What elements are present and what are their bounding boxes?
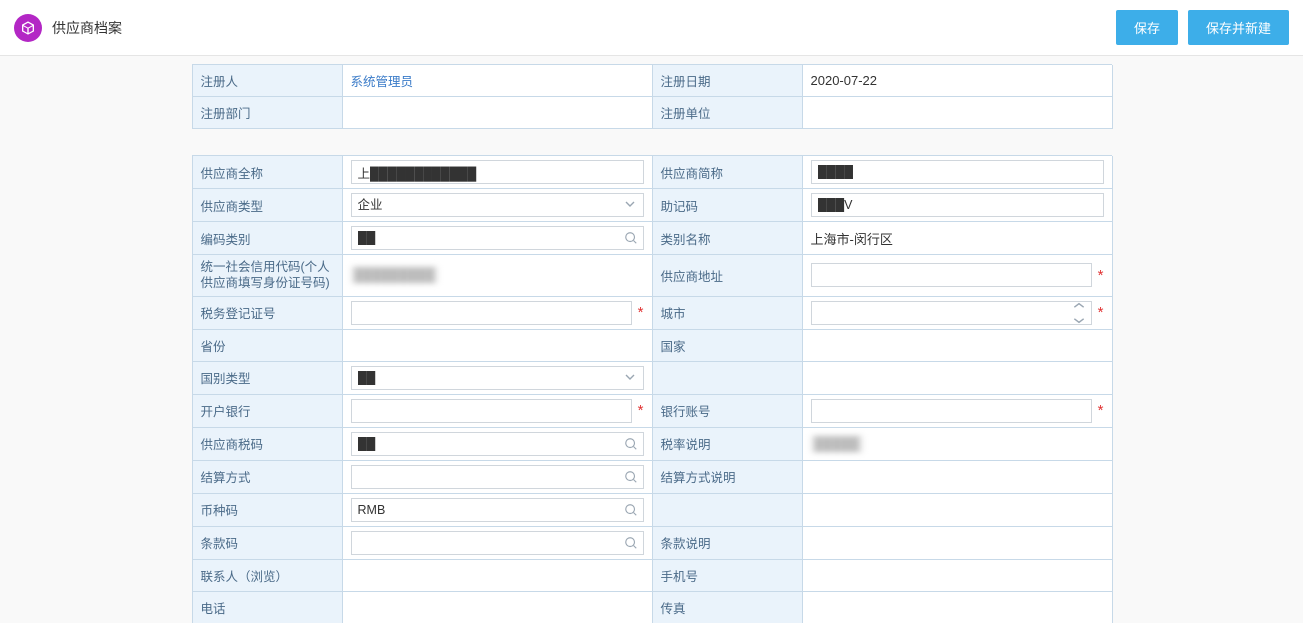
app-logo-icon [14, 14, 42, 42]
label-code-category: 编码类别 [193, 222, 343, 255]
required-mark: * [638, 402, 644, 419]
value-term-desc [803, 527, 1113, 560]
label-full-name: 供应商全称 [193, 156, 343, 189]
value-register-date: 2020-07-22 [803, 65, 1113, 97]
label-vendor-tax: 供应商税码 [193, 428, 343, 461]
registrant-link[interactable]: 系统管理员 [351, 71, 414, 90]
label-bank-acct: 银行账号 [653, 395, 803, 428]
input-city[interactable] [811, 301, 1092, 325]
input-address[interactable] [811, 263, 1092, 287]
label-registrant: 注册人 [193, 65, 343, 97]
label-bank: 开户银行 [193, 395, 343, 428]
register-date-text: 2020-07-22 [811, 73, 878, 88]
value-contact [343, 560, 653, 592]
label-country-type: 国别类型 [193, 362, 343, 395]
form-container: 注册人 系统管理员 注册日期 2020-07-22 注册部门 注册单位 [192, 64, 1112, 129]
input-code-category[interactable] [351, 226, 644, 250]
header-bar: 供应商档案 保存 保存并新建 [0, 0, 1303, 56]
label-mobile: 手机号 [653, 560, 803, 592]
text-credit-code: █████████ [351, 266, 439, 284]
label-province: 省份 [193, 330, 343, 362]
label-register-unit: 注册单位 [653, 97, 803, 129]
search-icon[interactable] [622, 435, 640, 453]
input-vendor-tax[interactable] [351, 432, 644, 456]
required-mark: * [638, 304, 644, 321]
label-phone: 电话 [193, 592, 343, 623]
input-full-name[interactable] [351, 160, 644, 184]
label-blank [653, 494, 803, 527]
text-category-name: 上海市-闵行区 [811, 229, 893, 248]
label-register-date: 注册日期 [653, 65, 803, 97]
input-short-name[interactable] [811, 160, 1104, 184]
save-button[interactable]: 保存 [1116, 10, 1178, 45]
save-and-new-button[interactable]: 保存并新建 [1188, 10, 1289, 45]
page-title: 供应商档案 [52, 18, 122, 38]
label-contact: 联系人（浏览） [193, 560, 343, 592]
input-tax-reg[interactable] [351, 301, 632, 325]
label-address: 供应商地址 [653, 255, 803, 297]
search-icon[interactable] [622, 501, 640, 519]
label-mnemonic: 助记码 [653, 189, 803, 222]
value-fax [803, 592, 1113, 623]
label-category-name: 类别名称 [653, 222, 803, 255]
value-register-unit [803, 97, 1113, 129]
input-bank[interactable] [351, 399, 632, 423]
form-scroll-area[interactable]: 注册人 系统管理员 注册日期 2020-07-22 注册部门 注册单位 供应商全… [0, 56, 1303, 623]
label-country: 国家 [653, 330, 803, 362]
text-tax-desc: █████ [811, 435, 863, 453]
label-term-code: 条款码 [193, 527, 343, 560]
select-country-type[interactable]: ██ [351, 366, 644, 390]
value-blank [803, 494, 1113, 527]
label-short-name: 供应商简称 [653, 156, 803, 189]
value-register-dept [343, 97, 653, 129]
form-container-2: 供应商全称 供应商简称 供应商类型 企业 [192, 155, 1112, 623]
value-registrant: 系统管理员 [343, 65, 653, 97]
input-currency[interactable] [351, 498, 644, 522]
required-mark: * [1098, 267, 1104, 284]
label-credit-code: 统一社会信用代码(个人供应商填写身份证号码) [193, 255, 343, 297]
label-tax-reg: 税务登记证号 [193, 297, 343, 330]
value-mobile [803, 560, 1113, 592]
input-mnemonic[interactable] [811, 193, 1104, 217]
label-settle-desc: 结算方式说明 [653, 461, 803, 494]
search-icon[interactable] [622, 468, 640, 486]
label-register-dept: 注册部门 [193, 97, 343, 129]
value-province [343, 330, 653, 362]
required-mark: * [1098, 402, 1104, 419]
info-row-register-dept: 注册部门 注册单位 [193, 97, 1111, 129]
value-settle-desc [803, 461, 1113, 494]
input-bank-acct[interactable] [811, 399, 1092, 423]
label-city: 城市 [653, 297, 803, 330]
label-blank [653, 362, 803, 395]
required-mark: * [1098, 304, 1104, 321]
value-country [803, 330, 1113, 362]
value-blank [803, 362, 1113, 395]
input-term-code[interactable] [351, 531, 644, 555]
select-vendor-type[interactable]: 企业 [351, 193, 644, 217]
label-settle-method: 结算方式 [193, 461, 343, 494]
search-icon[interactable] [622, 534, 640, 552]
info-row-registrant: 注册人 系统管理员 注册日期 2020-07-22 [193, 65, 1111, 97]
input-settle-method[interactable] [351, 465, 644, 489]
expand-icon[interactable] [1070, 304, 1088, 322]
search-icon[interactable] [622, 229, 640, 247]
label-currency: 币种码 [193, 494, 343, 527]
label-tax-desc: 税率说明 [653, 428, 803, 461]
label-term-desc: 条款说明 [653, 527, 803, 560]
label-fax: 传真 [653, 592, 803, 623]
value-phone [343, 592, 653, 623]
label-vendor-type: 供应商类型 [193, 189, 343, 222]
